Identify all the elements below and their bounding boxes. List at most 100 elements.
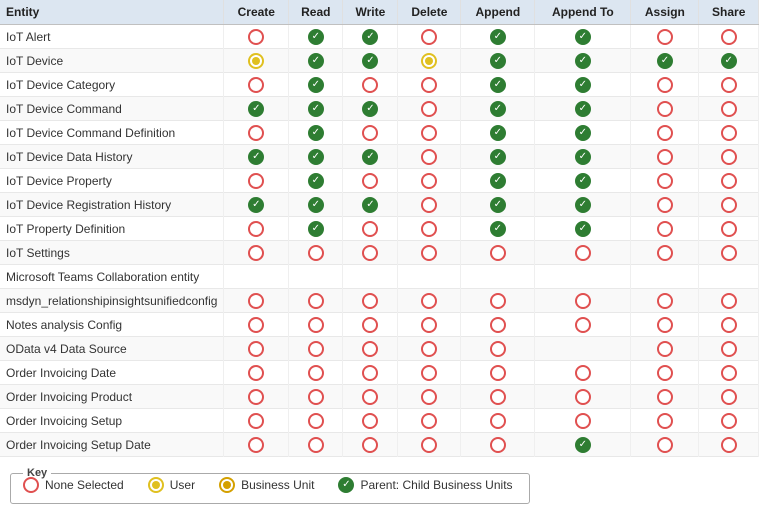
cell-share[interactable] <box>699 385 759 409</box>
cell-assign[interactable] <box>631 265 699 289</box>
cell-append[interactable] <box>461 385 535 409</box>
cell-appendTo[interactable] <box>535 433 631 457</box>
cell-share[interactable] <box>699 121 759 145</box>
cell-assign[interactable] <box>631 193 699 217</box>
cell-create[interactable] <box>224 265 289 289</box>
cell-share[interactable] <box>699 145 759 169</box>
cell-append[interactable] <box>461 361 535 385</box>
cell-read[interactable] <box>289 385 343 409</box>
cell-create[interactable] <box>224 145 289 169</box>
cell-appendTo[interactable] <box>535 361 631 385</box>
cell-assign[interactable] <box>631 289 699 313</box>
cell-append[interactable] <box>461 49 535 73</box>
cell-create[interactable] <box>224 241 289 265</box>
cell-write[interactable] <box>343 289 398 313</box>
cell-create[interactable] <box>224 49 289 73</box>
cell-assign[interactable] <box>631 361 699 385</box>
cell-write[interactable] <box>343 241 398 265</box>
cell-append[interactable] <box>461 337 535 361</box>
cell-delete[interactable] <box>398 361 461 385</box>
cell-read[interactable] <box>289 361 343 385</box>
cell-append[interactable] <box>461 265 535 289</box>
cell-append[interactable] <box>461 217 535 241</box>
cell-write[interactable] <box>343 25 398 49</box>
cell-create[interactable] <box>224 217 289 241</box>
cell-delete[interactable] <box>398 289 461 313</box>
cell-appendTo[interactable] <box>535 337 631 361</box>
cell-write[interactable] <box>343 217 398 241</box>
cell-write[interactable] <box>343 73 398 97</box>
cell-create[interactable] <box>224 289 289 313</box>
cell-create[interactable] <box>224 433 289 457</box>
cell-delete[interactable] <box>398 49 461 73</box>
cell-assign[interactable] <box>631 409 699 433</box>
cell-assign[interactable] <box>631 337 699 361</box>
cell-delete[interactable] <box>398 97 461 121</box>
cell-write[interactable] <box>343 97 398 121</box>
cell-append[interactable] <box>461 145 535 169</box>
cell-share[interactable] <box>699 313 759 337</box>
cell-create[interactable] <box>224 337 289 361</box>
cell-append[interactable] <box>461 289 535 313</box>
cell-share[interactable] <box>699 241 759 265</box>
cell-read[interactable] <box>289 121 343 145</box>
cell-write[interactable] <box>343 385 398 409</box>
cell-write[interactable] <box>343 265 398 289</box>
cell-read[interactable] <box>289 337 343 361</box>
cell-append[interactable] <box>461 97 535 121</box>
cell-share[interactable] <box>699 193 759 217</box>
cell-share[interactable] <box>699 289 759 313</box>
cell-delete[interactable] <box>398 241 461 265</box>
cell-read[interactable] <box>289 217 343 241</box>
cell-write[interactable] <box>343 433 398 457</box>
cell-appendTo[interactable] <box>535 409 631 433</box>
cell-read[interactable] <box>289 25 343 49</box>
cell-delete[interactable] <box>398 121 461 145</box>
cell-assign[interactable] <box>631 217 699 241</box>
cell-assign[interactable] <box>631 313 699 337</box>
cell-delete[interactable] <box>398 193 461 217</box>
cell-appendTo[interactable] <box>535 49 631 73</box>
cell-read[interactable] <box>289 433 343 457</box>
cell-appendTo[interactable] <box>535 73 631 97</box>
cell-appendTo[interactable] <box>535 217 631 241</box>
cell-create[interactable] <box>224 169 289 193</box>
cell-read[interactable] <box>289 169 343 193</box>
cell-write[interactable] <box>343 361 398 385</box>
cell-read[interactable] <box>289 73 343 97</box>
cell-assign[interactable] <box>631 433 699 457</box>
cell-write[interactable] <box>343 313 398 337</box>
cell-appendTo[interactable] <box>535 193 631 217</box>
cell-appendTo[interactable] <box>535 121 631 145</box>
cell-read[interactable] <box>289 409 343 433</box>
cell-write[interactable] <box>343 49 398 73</box>
cell-read[interactable] <box>289 289 343 313</box>
cell-assign[interactable] <box>631 145 699 169</box>
cell-write[interactable] <box>343 121 398 145</box>
cell-appendTo[interactable] <box>535 289 631 313</box>
cell-assign[interactable] <box>631 49 699 73</box>
cell-delete[interactable] <box>398 433 461 457</box>
cell-share[interactable] <box>699 217 759 241</box>
cell-share[interactable] <box>699 337 759 361</box>
cell-read[interactable] <box>289 97 343 121</box>
cell-share[interactable] <box>699 409 759 433</box>
cell-appendTo[interactable] <box>535 97 631 121</box>
cell-delete[interactable] <box>398 409 461 433</box>
cell-write[interactable] <box>343 193 398 217</box>
cell-append[interactable] <box>461 433 535 457</box>
cell-read[interactable] <box>289 49 343 73</box>
cell-share[interactable] <box>699 433 759 457</box>
cell-share[interactable] <box>699 49 759 73</box>
cell-delete[interactable] <box>398 73 461 97</box>
cell-share[interactable] <box>699 169 759 193</box>
cell-append[interactable] <box>461 193 535 217</box>
cell-create[interactable] <box>224 193 289 217</box>
cell-appendTo[interactable] <box>535 241 631 265</box>
cell-delete[interactable] <box>398 265 461 289</box>
cell-share[interactable] <box>699 265 759 289</box>
cell-assign[interactable] <box>631 169 699 193</box>
cell-append[interactable] <box>461 25 535 49</box>
cell-create[interactable] <box>224 97 289 121</box>
cell-append[interactable] <box>461 169 535 193</box>
